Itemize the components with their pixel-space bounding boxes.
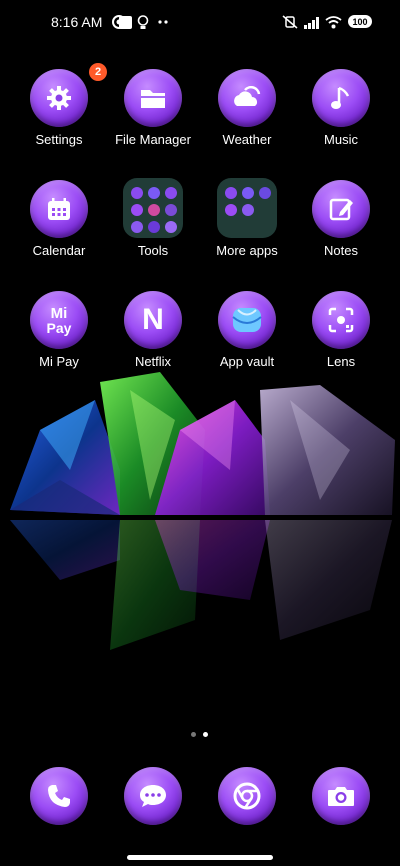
app-file-manager[interactable]: File Manager [107,69,199,159]
battery-icon: 100 [348,15,372,28]
app-label: Calendar [32,243,86,258]
page-dot-2-active[interactable] [203,732,208,737]
folder-grid-icon [217,178,277,238]
app-weather[interactable]: Weather [201,69,293,159]
status-bar: 8:16 AM 100 [0,0,400,44]
wifi-icon [325,14,342,30]
app-label: Netflix [134,354,172,369]
app-label: Notes [324,243,358,258]
app-calendar[interactable]: Calendar [13,180,105,270]
page-dot-1[interactable] [191,732,196,737]
folder-grid-icon [123,178,183,238]
app-netflix[interactable]: N Netflix [107,291,199,381]
app-label: Weather [222,132,272,147]
bulb-icon [137,14,149,30]
phone-icon [48,785,70,807]
mi-pay-icon: Mi Pay [30,291,88,349]
music-note-icon [312,69,370,127]
dock-phone[interactable] [30,767,88,825]
clock: 8:16 AM [51,14,103,30]
app-label: Mi Pay [39,354,79,369]
page-indicator[interactable] [189,730,213,738]
app-label: More apps [216,243,278,258]
mi-pay-icon-text: Mi [50,304,68,322]
home-indicator[interactable] [127,855,273,860]
notification-badge: 2 [89,63,107,81]
app-vault-icon [218,291,276,349]
dock-messages[interactable] [124,767,182,825]
app-settings[interactable]: 2 Settings [13,63,107,159]
messages-icon [140,785,166,807]
app-mi-pay[interactable]: Mi Pay Mi Pay [13,291,105,381]
folder-icon [124,69,182,127]
cloud-sun-icon [218,69,276,127]
app-label: Lens [326,354,356,369]
calendar-icon [30,180,88,238]
folder-tools[interactable]: Tools [107,178,199,268]
app-app-vault[interactable]: App vault [201,291,293,381]
app-label: App vault [219,354,275,369]
app-label: Music [324,132,358,147]
netflix-icon-text: N [142,303,164,336]
square-notification-icon [119,14,132,30]
more-icon [158,14,170,30]
app-music[interactable]: Music [295,69,387,159]
folder-more-apps[interactable]: More apps [201,178,293,268]
netflix-icon: N [124,291,182,349]
lens-icon [312,291,370,349]
camera-icon [328,787,354,806]
dock-camera[interactable] [312,767,370,825]
mute-vibrate-icon [282,14,298,30]
app-label: Settings [35,132,83,147]
app-lens[interactable]: Lens [295,291,387,381]
app-label: File Manager [115,132,191,147]
mi-pay-icon-text: Pay [46,319,72,336]
gear-icon [30,69,88,127]
edit-note-icon [312,180,370,238]
dock-chrome[interactable] [218,767,276,825]
app-notes[interactable]: Notes [295,180,387,270]
app-label: Tools [137,243,169,258]
signal-icon [304,14,322,30]
chrome-icon [233,782,261,810]
